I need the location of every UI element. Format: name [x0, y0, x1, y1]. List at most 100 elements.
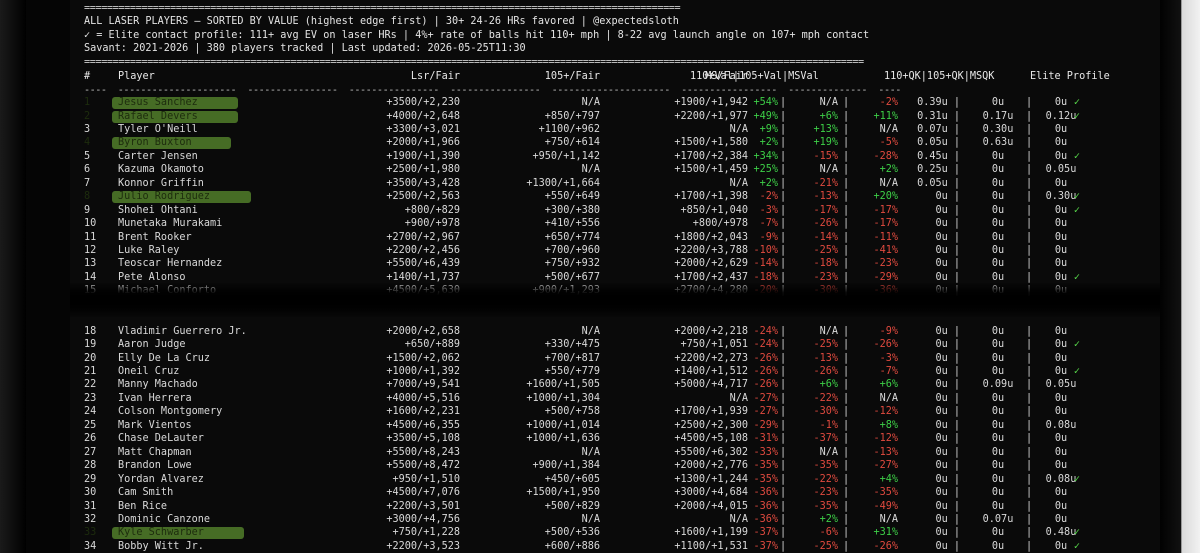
device-bezel-left [0, 0, 26, 553]
lsr-fair-cell: +2200/+3,523 [386, 540, 460, 552]
105-val-cell: N/A [819, 97, 838, 108]
105-qk-cell: 0.09u [982, 379, 1014, 391]
105-qk-cell: 0u [991, 231, 1005, 243]
column-separator: | [780, 433, 787, 445]
lsr-fair-cell: +800/+829 [404, 204, 460, 216]
column-separator: | [780, 97, 787, 108]
table-row: 13 Teoscar Hernandez +5500/+6,439 +750/+932… [70, 257, 1160, 270]
elite-check-icon: ✓ [1073, 473, 1081, 485]
column-separator: | [1026, 473, 1033, 485]
ms-fair-cell: +2000/+2,776 [674, 460, 748, 472]
table-row: 12 Luke Raley +2200/+2,456 +700/+960 +2200/+… [70, 244, 1160, 257]
lsr-fair-cell: +2000/+1,966 [386, 137, 460, 149]
player-name: Chase DeLauter [118, 433, 204, 445]
table-row: 5 Carter Jensen +1900/+1,390 +950/+1,142 +17… [70, 150, 1160, 163]
110-val-cell: -36% [753, 513, 778, 525]
table-row: 33 Kyle Schwarber +750/+1,228 +500/+536 +160… [70, 526, 1160, 540]
column-separator: | [1026, 487, 1033, 498]
110-val-cell: -3% [759, 204, 778, 216]
110-qk-cell: 0u | [935, 487, 960, 498]
110-val-cell: -9% [759, 231, 778, 243]
msqk-cell: 0u [1054, 406, 1068, 418]
table-row: 24 Colson Montgomery +1600/+2,231 +500/+758… [70, 405, 1160, 418]
110-qk-cell: 0u | [935, 244, 960, 256]
row-number: 2 [84, 110, 91, 122]
105-qk-cell: 0u [991, 473, 1005, 485]
ms-fair-cell: +1600/+1,199 [674, 527, 748, 539]
105-val-cell: -13% [813, 352, 838, 364]
column-separator: | [1026, 204, 1033, 216]
110-val-cell: -35% [753, 473, 778, 485]
player-name: Munetaka Murakami [118, 218, 223, 230]
110-qk-cell: 0u | [935, 392, 960, 404]
column-separator: | [1026, 164, 1033, 176]
ms-fair-cell: +800/+978 [692, 218, 748, 230]
table-row: 21 Oneil Cruz +1000/+1,392 +550/+779 +1400/+… [70, 365, 1160, 378]
105-fair-cell: +1600/+1,505 [526, 379, 600, 391]
ms-fair-cell: +2000/+2,218 [674, 325, 748, 337]
column-separator: | [1026, 352, 1033, 364]
player-name: Brent Rooker [118, 231, 192, 243]
msqk-cell: 0u [1054, 392, 1068, 404]
device-bezel-right [1158, 0, 1200, 553]
column-separator: | [780, 339, 787, 351]
105-fair-cell: +700/+817 [544, 352, 600, 364]
player-name: Byron Buxton [118, 137, 192, 149]
player-name: Cam Smith [118, 487, 174, 498]
105-fair-cell: N/A [581, 164, 600, 176]
105-val-cell: -26% [813, 218, 838, 230]
column-separator: | [780, 258, 787, 270]
column-separator: | [780, 177, 787, 189]
elite-check-icon: ✓ [1073, 366, 1081, 377]
105-qk-cell: 0u [991, 244, 1005, 256]
column-separator: | [780, 392, 787, 404]
ms-val-cell: -17% [873, 204, 898, 216]
lsr-fair-cell: +3500/+5,108 [386, 433, 460, 445]
110-qk-cell: 0u | [935, 513, 960, 525]
ms-fair-cell: +2000/+2,629 [674, 258, 748, 270]
105-qk-cell: 0u [991, 258, 1005, 270]
110-val-cell: +9% [759, 123, 778, 135]
lsr-fair-cell: +4000/+5,516 [386, 392, 460, 404]
table-row: 27 Matt Chapman +5500/+8,243 N/A +5500/+6,30… [70, 446, 1160, 459]
msqk-cell: 0u [1054, 460, 1068, 472]
row-number: 34 [84, 540, 97, 552]
110-qk-cell: 0u | [935, 218, 960, 230]
player-name: Mark Vientos [118, 419, 192, 431]
table-row: 20 Elly De La Cruz +1500/+2,062 +700/+817 +2… [70, 352, 1160, 365]
105-val-cell: -22% [813, 392, 838, 404]
column-separator: | [780, 527, 787, 539]
ms-val-cell: +4% [879, 473, 898, 485]
105-qk-cell: 0u [991, 433, 1005, 445]
105-qk-cell: 0u [991, 527, 1005, 539]
105-fair-cell: +410/+556 [544, 218, 600, 230]
table-row: 31 Ben Rice +2200/+3,501 +500/+829 +2000/+4,… [70, 500, 1160, 513]
player-name: Oneil Cruz [118, 366, 180, 377]
table-row: 10 Munetaka Murakami +900/+978 +410/+556 +80… [70, 217, 1160, 230]
110-val-cell: -27% [753, 392, 778, 404]
header-legend: ✓ = Elite contact profile: 111+ avg EV o… [84, 30, 870, 41]
105-qk-cell: 0.63u [982, 137, 1014, 149]
table-row: 11 Brent Rooker +2700/+2,967 +650/+774 +1800… [70, 231, 1160, 244]
col-header-player: Player [118, 71, 155, 82]
110-qk-cell: 0u | [935, 366, 960, 377]
110-qk-cell: 0u | [935, 231, 960, 243]
player-name: Brandon Lowe [118, 460, 192, 472]
110-qk-cell: 0u | [935, 258, 960, 270]
ms-fair-cell: +1700/+2,384 [674, 150, 748, 162]
player-name: Luke Raley [118, 244, 180, 256]
column-separator: | [1026, 123, 1033, 135]
column-separator: | [780, 150, 787, 162]
ms-val-cell: -9% [879, 325, 898, 337]
table-row: 28 Brandon Lowe +5500/+8,472 +900/+1,384 +20… [70, 459, 1160, 472]
elite-check-icon: ✓ [1073, 527, 1081, 539]
column-separator: | [1026, 460, 1033, 472]
105-fair-cell: +550/+779 [544, 366, 600, 377]
column-separator: | [780, 110, 787, 122]
table-row: 4 Byron Buxton +2000/+1,966 +750/+614 +1500/… [70, 136, 1160, 150]
105-val-cell: N/A [819, 446, 838, 458]
row-number: 33 [84, 527, 97, 539]
row-number: 3 [84, 123, 91, 135]
row-number: 25 [84, 419, 97, 431]
row-number: 22 [84, 379, 97, 391]
